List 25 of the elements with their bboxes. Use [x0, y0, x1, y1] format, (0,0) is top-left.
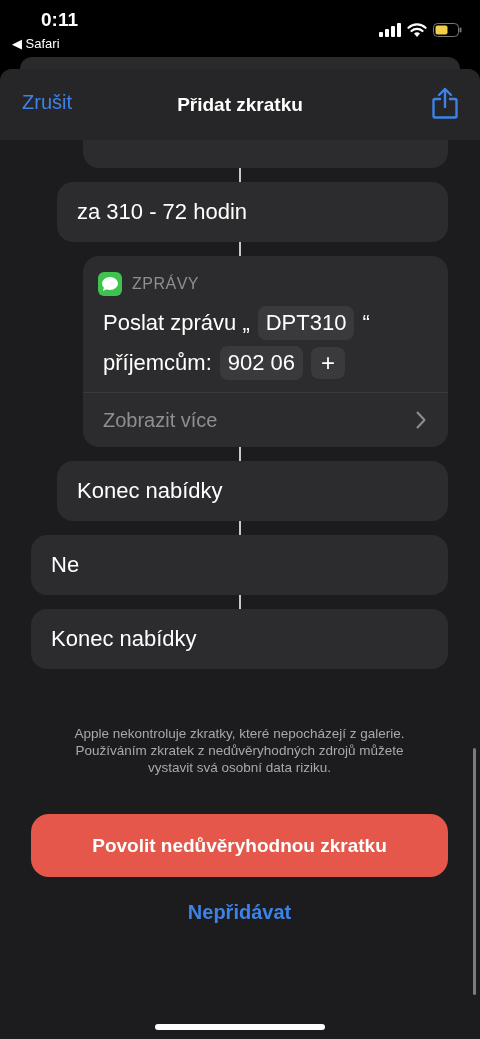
status-time: 0:11	[41, 9, 78, 31]
action-block: Konec nabídky	[57, 461, 448, 521]
action-text: Poslat zprávu „	[103, 310, 250, 336]
add-button[interactable]: +	[311, 347, 346, 379]
battery-icon	[433, 23, 462, 37]
back-to-app-link[interactable]: ◀ Safari	[12, 36, 60, 52]
dont-add-button[interactable]: Nepřidávat	[187, 901, 292, 924]
action-block: za 310 - 72 hodin	[57, 182, 448, 242]
action-text: “	[362, 310, 370, 336]
wifi-icon	[407, 23, 427, 37]
action-text: příjemcům:	[103, 350, 212, 376]
share-icon[interactable]	[432, 87, 458, 119]
cancel-button[interactable]: Zrušit	[22, 91, 72, 114]
warning-text: Apple nekontroluje zkratky, které nepocházejí z galerie. Používáním zkratek z nedůvěryhodných zdrojů můžete vystavit svá osobní data riziku.	[73, 725, 406, 776]
allow-button[interactable]: Povolit nedůvěryhodnou zkratku	[31, 814, 448, 877]
variable-token[interactable]: DPT310	[257, 306, 355, 340]
messages-app-icon	[98, 272, 122, 296]
sheet-title: Přidat zkratku	[177, 93, 303, 116]
app-label: ZPRÁVY	[132, 275, 199, 293]
chevron-right-icon	[416, 411, 426, 429]
action-block: Ne	[31, 535, 448, 595]
variable-token[interactable]: 902 06	[219, 346, 304, 380]
action-block: Konec nabídky	[31, 609, 448, 669]
show-more-row[interactable]: Zobrazit více	[83, 392, 448, 447]
signal-icon	[379, 23, 401, 37]
